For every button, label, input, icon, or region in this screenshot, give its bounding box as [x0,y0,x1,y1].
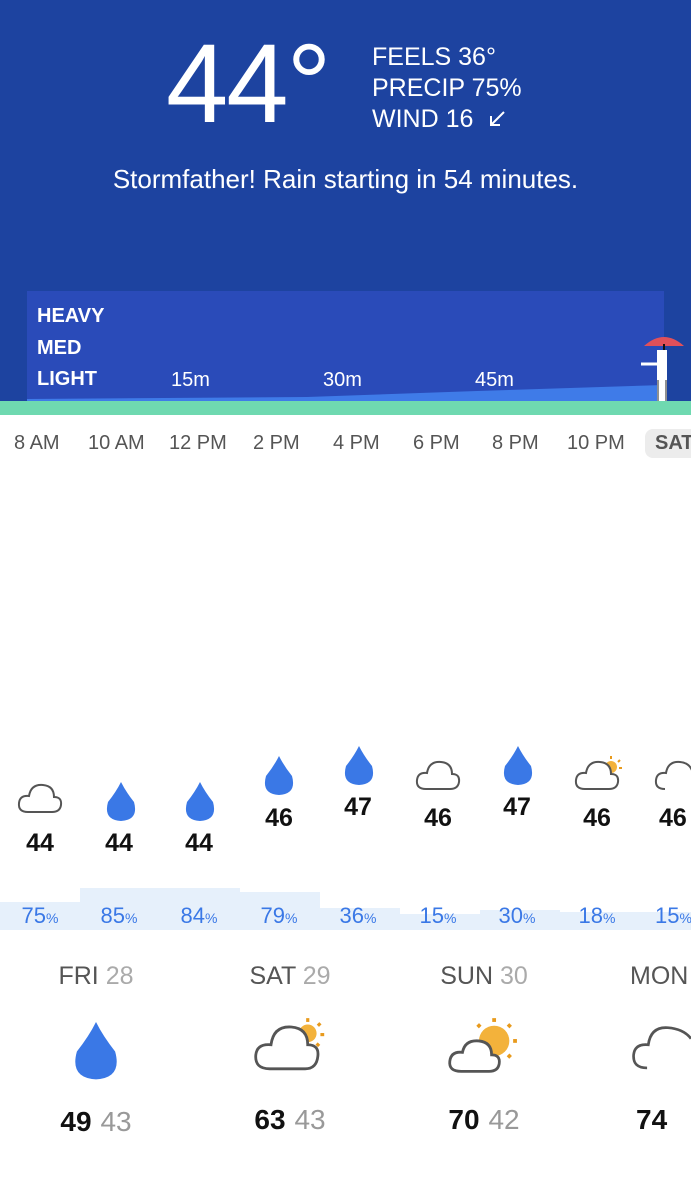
partly-sunny-icon [448,1018,517,1073]
feels-like-text: FEELS 36° [372,43,496,71]
ground-strip [0,401,691,415]
raindrop-icon [106,782,136,821]
minute-rain-chart: HEAVY MED LIGHT 15m 30m 45m [27,291,664,401]
rain-alert-message: Stormfather! Rain starting in 54 minutes… [112,164,579,194]
temp-range: 74 [636,1104,668,1135]
precip-pct: 15% [419,903,457,928]
hour-label: 8 PM [492,432,539,454]
precip-pct: 84% [180,903,218,928]
day-label: SAT 29 [249,962,331,990]
daily-item[interactable]: SUN 30 70 42 [424,962,544,1136]
current-conditions-header: 44° FEELS 36° PRECIP 75% WIND 16 Stormfa… [0,0,691,402]
umbrella-person-icon [641,337,684,402]
wind-row: WIND 16 [372,104,522,136]
precip-pct: 15% [655,903,691,928]
cloud-icon [17,783,63,813]
partly-cloudy-icon [254,1018,325,1071]
current-stats: FEELS 36° PRECIP 75% WIND 16 [372,42,522,136]
hour-label: 6 PM [413,432,460,454]
hourly-temp: 46 [424,804,452,832]
cloud-icon [654,760,691,790]
precip-chance-text: PRECIP 75% [372,74,522,102]
wind-text: WIND 16 [372,105,474,133]
precip-pct: 30% [498,903,536,928]
hour-label: 2 PM [253,432,300,454]
hourly-temp: 44 [105,829,133,857]
hour-label: 12 PM [169,432,227,454]
hourly-temp: 46 [265,804,293,832]
cloud-icon [415,760,461,790]
hour-label: 4 PM [333,432,380,454]
hourly-temp: 44 [26,829,54,857]
cloud-icon [632,1026,691,1070]
precip-pct: 75% [21,903,59,928]
hourly-temp: 47 [344,793,372,821]
temp-range: 70 42 [448,1104,520,1135]
daily-item[interactable]: MON 74 [630,962,691,1136]
day-label: SUN 30 [440,962,528,990]
hour-label: 10 AM [88,432,145,454]
rain-intensity-area [27,385,664,401]
raindrop-icon [185,782,215,821]
precip-pct: 79% [260,903,298,928]
hour-label: 8 AM [14,432,60,454]
partly-cloudy-icon [574,756,622,790]
precip-pct: 36% [339,903,377,928]
raindrop-icon [503,746,533,785]
hourly-temp: 47 [503,793,531,821]
day-label: FRI 28 [58,962,134,990]
temp-range: 49 43 [60,1106,132,1137]
raindrop-icon [264,756,294,795]
precip-pct: 85% [100,903,138,928]
day-marker-badge: SAT [645,429,691,458]
wind-direction-arrow-icon [488,105,506,136]
raindrop-icon [344,746,374,785]
hourly-temp: 46 [659,804,687,832]
hourly-temp: 46 [583,804,611,832]
hour-label: 10 PM [567,432,625,454]
daily-item[interactable]: SAT 29 63 43 [230,962,350,1136]
daily-item[interactable]: FRI 28 49 43 [36,962,156,1138]
day-label: MON [630,962,689,990]
current-temperature: 44° [166,21,331,146]
hour-labels-row[interactable]: 8 AM 10 AM 12 PM 2 PM 4 PM 6 PM 8 PM 10 … [0,429,691,462]
precip-pct: 18% [578,903,616,928]
temp-range: 63 43 [254,1104,326,1135]
hourly-temp: 44 [185,829,213,857]
raindrop-icon [75,1022,117,1080]
